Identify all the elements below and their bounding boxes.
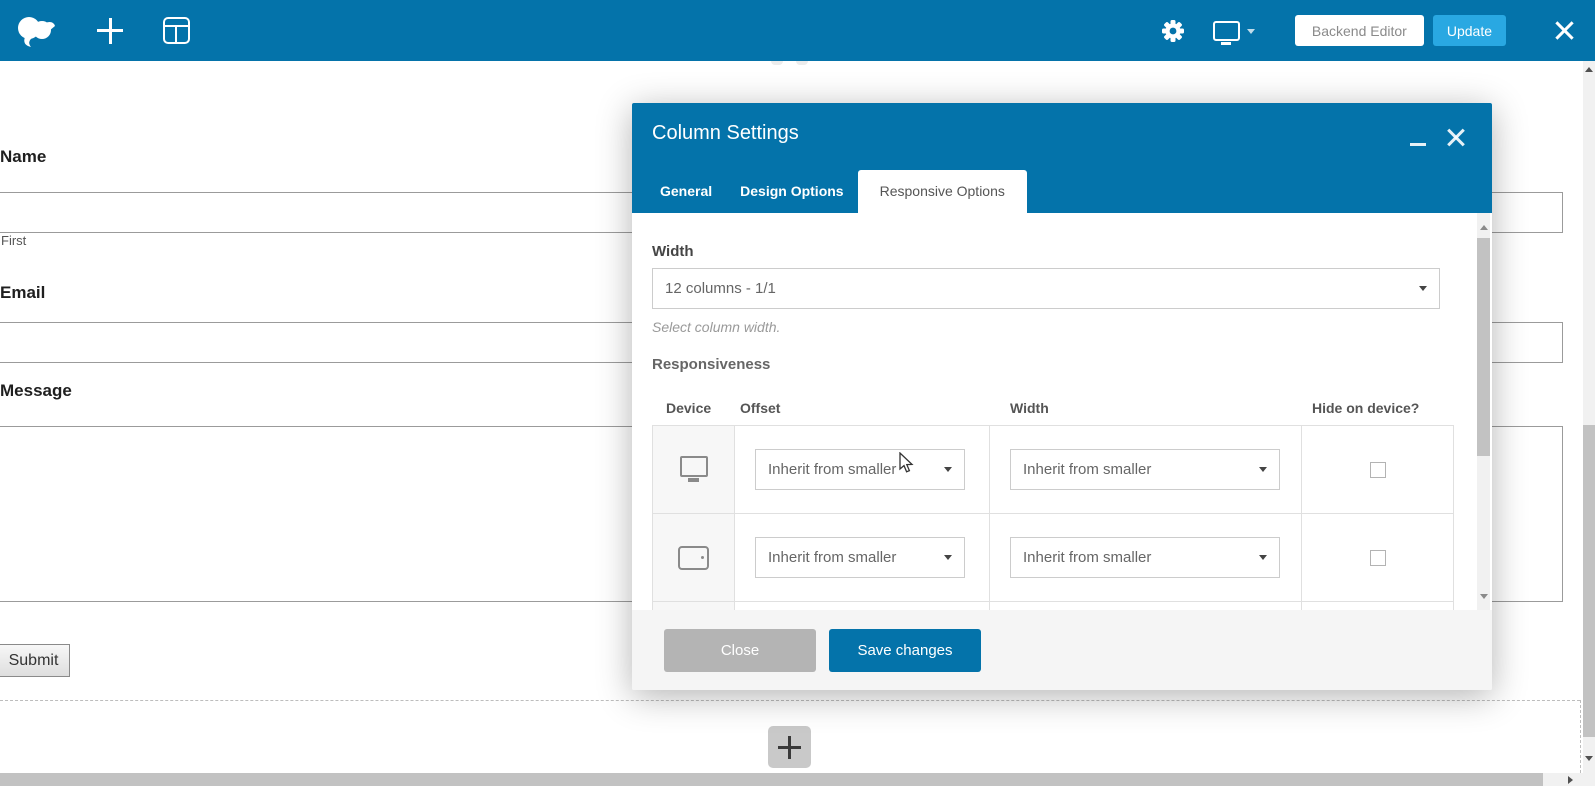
scroll-up-arrow-icon[interactable] bbox=[1480, 225, 1488, 230]
caret-down-icon bbox=[1247, 29, 1255, 34]
width-row-select[interactable]: Inherit from smaller bbox=[1010, 449, 1280, 490]
horizontal-scrollbar[interactable] bbox=[0, 773, 1595, 786]
screen: Backend Editor Update Name First Email M… bbox=[0, 0, 1595, 786]
scroll-down-arrow-icon[interactable] bbox=[1480, 594, 1488, 599]
width-select-value: 12 columns - 1/1 bbox=[665, 280, 776, 297]
desktop-preview-icon bbox=[1213, 21, 1240, 41]
horizontal-scrollbar-thumb[interactable] bbox=[0, 773, 1543, 786]
vertical-scrollbar-thumb[interactable] bbox=[1583, 425, 1595, 737]
exit-close-icon[interactable] bbox=[1554, 20, 1575, 41]
minimize-icon[interactable] bbox=[1410, 143, 1426, 146]
scroll-up-arrow-icon[interactable] bbox=[1585, 67, 1593, 72]
width-cell: Inherit from smaller bbox=[990, 426, 1302, 513]
add-element-icon[interactable] bbox=[97, 18, 123, 44]
plus-icon[interactable] bbox=[768, 726, 811, 768]
width-row-select[interactable]: Inherit from smaller bbox=[1010, 537, 1280, 578]
frontend-editor-topbar: Backend Editor Update bbox=[0, 0, 1595, 61]
col-header-offset: Offset bbox=[735, 400, 990, 416]
tab-general[interactable]: General bbox=[646, 170, 726, 213]
scroll-right-arrow-icon[interactable] bbox=[1568, 776, 1573, 784]
responsiveness-table: Inherit from smaller Inherit from smalle… bbox=[652, 425, 1454, 610]
close-button[interactable]: Close bbox=[664, 629, 816, 672]
chevron-down-icon bbox=[1259, 555, 1267, 560]
tab-responsive-options[interactable]: Responsive Options bbox=[858, 170, 1027, 213]
update-button[interactable]: Update bbox=[1433, 15, 1506, 46]
responsive-preview-control[interactable] bbox=[1213, 21, 1255, 41]
tab-design-options[interactable]: Design Options bbox=[726, 170, 857, 213]
chevron-down-icon bbox=[944, 467, 952, 472]
backend-editor-button[interactable]: Backend Editor bbox=[1295, 15, 1424, 46]
wpbakery-logo[interactable] bbox=[15, 14, 59, 48]
hide-on-device-checkbox[interactable] bbox=[1370, 462, 1386, 478]
chevron-down-icon bbox=[1419, 286, 1427, 291]
table-row-tablet: Inherit from smaller Inherit from smalle… bbox=[653, 514, 1453, 602]
modal-footer: Close Save changes bbox=[632, 610, 1492, 690]
desktop-icon bbox=[680, 456, 708, 477]
vertical-scrollbar[interactable] bbox=[1583, 61, 1595, 773]
responsiveness-label: Responsiveness bbox=[652, 356, 770, 373]
offset-cell bbox=[735, 602, 990, 610]
device-cell bbox=[653, 514, 735, 601]
row-boundary-dashed-vertical bbox=[1580, 700, 1581, 773]
width-select-value: Inherit from smaller bbox=[1023, 461, 1151, 478]
width-helper-text: Select column width. bbox=[652, 319, 780, 335]
modal-tabs: General Design Options Responsive Option… bbox=[646, 170, 1027, 213]
column-settings-modal: Column Settings General Design Options R… bbox=[632, 103, 1492, 690]
col-header-hide: Hide on device? bbox=[1302, 400, 1454, 416]
offset-select-value: Inherit from smaller bbox=[768, 549, 896, 566]
tablet-landscape-icon bbox=[678, 546, 709, 570]
first-hint: First bbox=[1, 233, 26, 248]
row-boundary-dashed bbox=[0, 700, 1580, 701]
chevron-down-icon bbox=[944, 555, 952, 560]
col-header-device: Device bbox=[652, 400, 735, 416]
width-cell: Inherit from smaller bbox=[990, 514, 1302, 601]
message-label: Message bbox=[0, 381, 72, 401]
device-cell bbox=[653, 602, 735, 610]
hide-cell bbox=[1302, 426, 1453, 513]
modal-body: Width 12 columns - 1/1 Select column wid… bbox=[632, 213, 1492, 610]
name-label: Name bbox=[0, 147, 46, 167]
width-field-label: Width bbox=[652, 243, 694, 260]
offset-cell: Inherit from smaller bbox=[735, 426, 990, 513]
topbar-right-group: Backend Editor Update bbox=[1161, 15, 1595, 46]
modal-title: Column Settings bbox=[652, 122, 799, 145]
offset-select[interactable]: Inherit from smaller bbox=[755, 537, 965, 578]
width-select-value: Inherit from smaller bbox=[1023, 549, 1151, 566]
col-header-width: Width bbox=[990, 400, 1302, 416]
submit-button[interactable]: Submit bbox=[0, 644, 70, 677]
offset-cell: Inherit from smaller bbox=[735, 514, 990, 601]
device-cell bbox=[653, 426, 735, 513]
offset-select-value: Inherit from smaller bbox=[768, 461, 896, 478]
modal-scrollbar-thumb[interactable] bbox=[1477, 238, 1490, 456]
save-changes-button[interactable]: Save changes bbox=[829, 629, 981, 672]
width-cell bbox=[990, 602, 1302, 610]
hide-on-device-checkbox[interactable] bbox=[1370, 550, 1386, 566]
templates-icon[interactable] bbox=[163, 17, 190, 44]
email-label: Email bbox=[0, 283, 45, 303]
chevron-down-icon bbox=[1259, 467, 1267, 472]
table-row-clipped bbox=[653, 602, 1453, 610]
responsiveness-table-header: Device Offset Width Hide on device? bbox=[652, 390, 1454, 425]
modal-scrollbar[interactable] bbox=[1477, 213, 1490, 610]
width-select[interactable]: 12 columns - 1/1 bbox=[652, 268, 1440, 309]
hide-cell bbox=[1302, 514, 1453, 601]
close-icon[interactable] bbox=[1446, 127, 1466, 147]
settings-gear-icon[interactable] bbox=[1161, 19, 1185, 43]
offset-select[interactable]: Inherit from smaller bbox=[755, 449, 965, 490]
topbar-left-group bbox=[0, 14, 190, 48]
modal-header: Column Settings General Design Options R… bbox=[632, 103, 1492, 213]
table-row-desktop: Inherit from smaller Inherit from smalle… bbox=[653, 426, 1453, 514]
hide-cell bbox=[1302, 602, 1453, 610]
scroll-down-arrow-icon[interactable] bbox=[1585, 756, 1593, 761]
